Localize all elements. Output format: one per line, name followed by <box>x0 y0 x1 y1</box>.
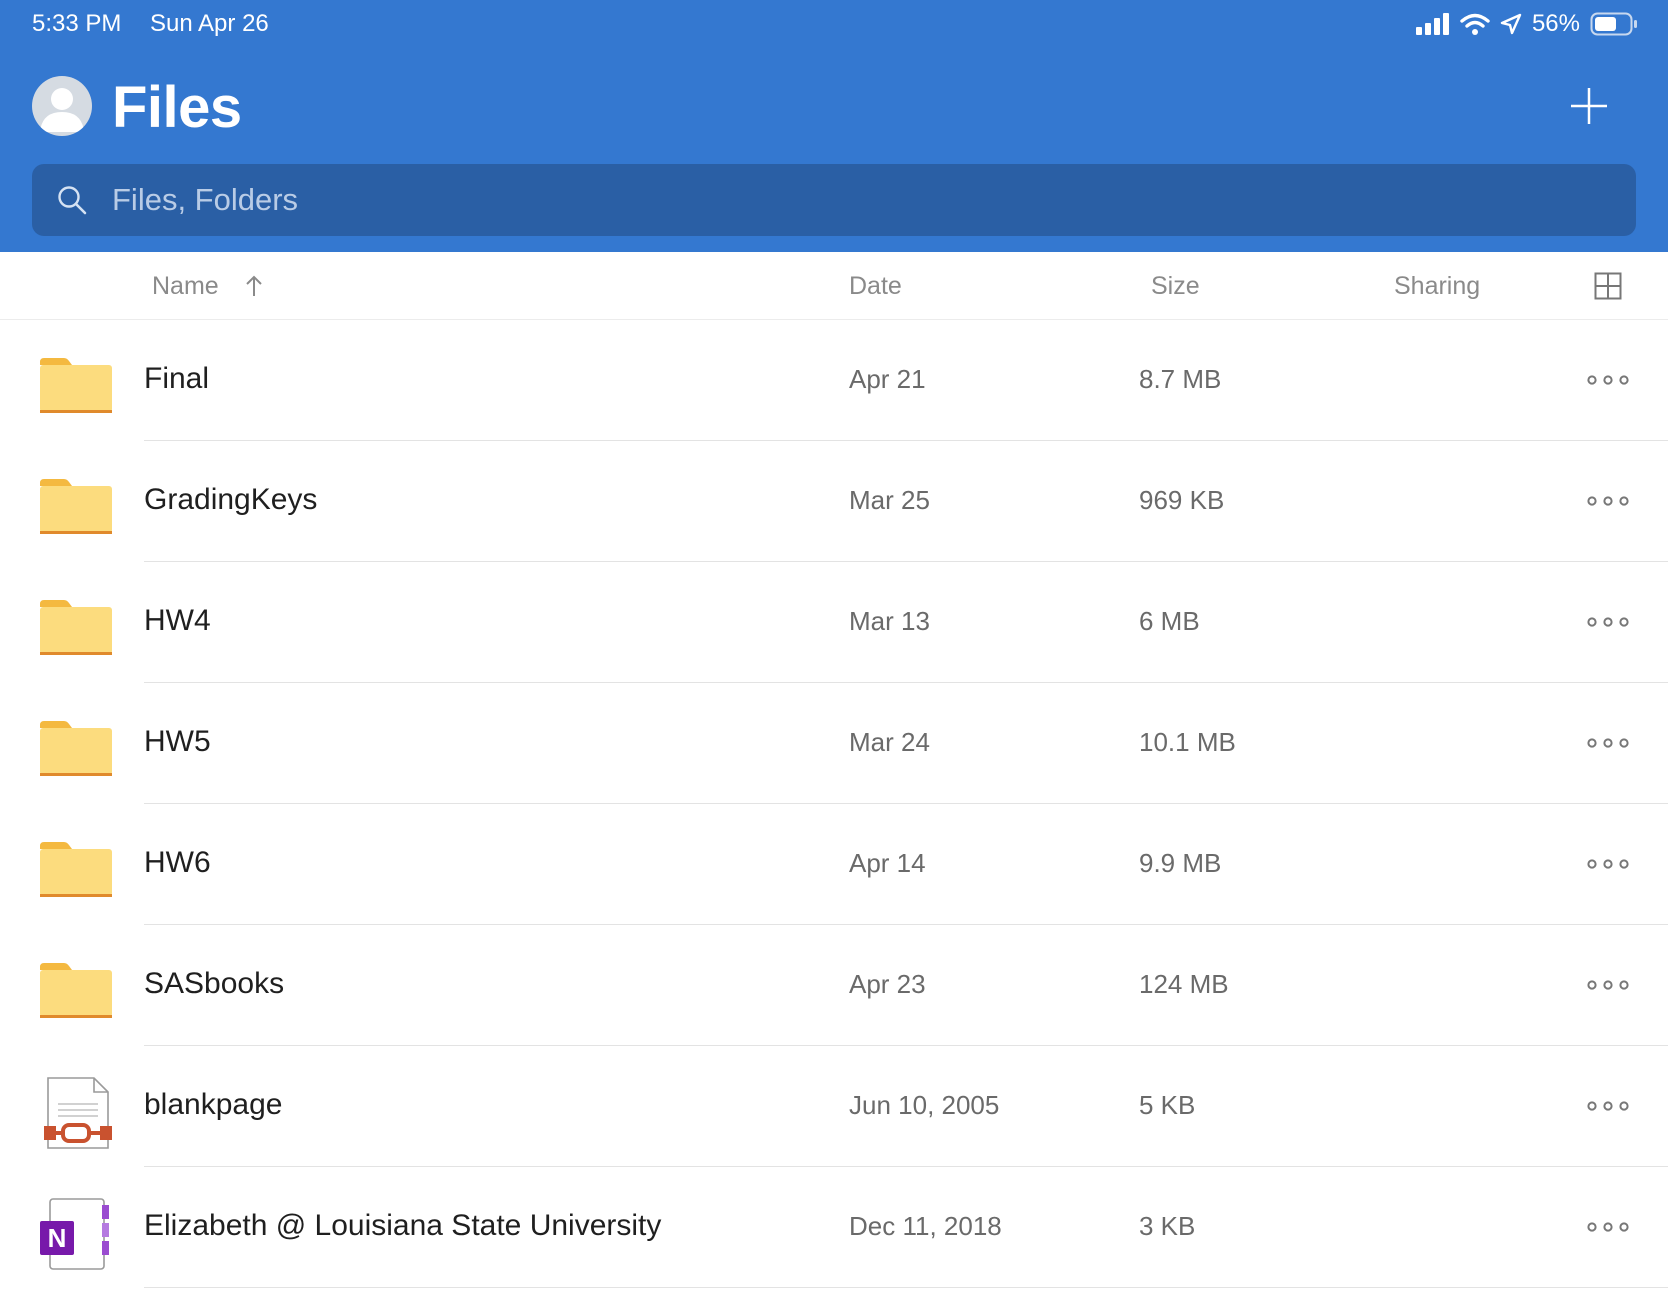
file-size: 5 KB <box>1139 1090 1196 1120</box>
more-options-icon[interactable] <box>1586 1215 1630 1239</box>
file-size: 9.9 MB <box>1139 848 1222 878</box>
file-date: Apr 14 <box>849 848 926 878</box>
search-bar[interactable] <box>32 164 1636 236</box>
page-title: Files <box>112 75 242 140</box>
file-name: Final <box>144 362 210 395</box>
folder-icon <box>40 600 112 655</box>
file-name: HW4 <box>144 604 211 637</box>
column-header: Name Date Size Sharing <box>0 252 1668 320</box>
search-icon <box>58 186 87 215</box>
location-arrow-icon <box>1500 13 1522 35</box>
status-indicators: 56% <box>1415 9 1638 39</box>
file-date: Jun 10, 2005 <box>849 1090 1000 1120</box>
more-options-icon[interactable] <box>1586 731 1630 755</box>
person-avatar-icon[interactable] <box>32 76 92 136</box>
folder-icon <box>40 963 112 1018</box>
file-date: Dec 11, 2018 <box>849 1211 1002 1241</box>
column-size[interactable]: Size <box>1151 272 1200 301</box>
file-name: GradingKeys <box>144 483 318 516</box>
column-name[interactable]: Name <box>152 272 219 301</box>
file-row[interactable]: HW6 Apr 14 9.9 MB <box>0 804 1668 925</box>
file-size: 3 KB <box>1139 1211 1196 1241</box>
column-sharing[interactable]: Sharing <box>1394 272 1480 301</box>
file-row[interactable]: SASbooks Apr 23 124 MB <box>0 925 1668 1046</box>
wifi-icon <box>1460 13 1490 35</box>
battery-icon <box>1590 12 1637 36</box>
onenote-notebook-icon: N <box>40 1198 109 1270</box>
search-input[interactable] <box>112 164 1612 236</box>
file-name: HW5 <box>144 725 211 758</box>
onenote-badge-letter: N <box>48 1223 67 1253</box>
file-size: 6 MB <box>1139 606 1200 636</box>
more-options-icon[interactable] <box>1586 489 1630 513</box>
file-date: Mar 13 <box>849 606 930 636</box>
powerpoint-file-icon <box>44 1077 112 1149</box>
status-time: 5:33 PM <box>32 10 122 37</box>
add-button[interactable] <box>1569 86 1609 126</box>
file-row[interactable]: HW4 Mar 13 6 MB <box>0 562 1668 683</box>
file-row[interactable]: GradingKeys Mar 25 969 KB <box>0 441 1668 562</box>
folder-icon <box>40 721 112 776</box>
arrow-up-icon[interactable] <box>242 274 266 298</box>
file-size: 124 MB <box>1139 969 1229 999</box>
file-name: SASbooks <box>144 967 285 1000</box>
file-name: blankpage <box>144 1088 283 1121</box>
file-size: 969 KB <box>1139 485 1225 515</box>
folder-icon <box>40 479 112 534</box>
file-row[interactable]: N Elizabeth @ Louisiana State University… <box>0 1167 1668 1288</box>
file-size: 8.7 MB <box>1139 364 1222 394</box>
file-size: 10.1 MB <box>1139 727 1236 757</box>
file-name: HW6 <box>144 846 211 879</box>
grid-view-icon <box>1594 272 1622 300</box>
file-row[interactable]: blankpage Jun 10, 2005 5 KB <box>0 1046 1668 1167</box>
file-name: Elizabeth @ Louisiana State University <box>144 1209 662 1242</box>
status-date: Sun Apr 26 <box>150 10 269 37</box>
status-bar: 5:33 PM Sun Apr 26 56% <box>0 0 1668 48</box>
file-date: Apr 23 <box>849 969 926 999</box>
battery-percent: 56% <box>1531 10 1580 37</box>
plus-icon <box>1571 88 1607 124</box>
app-header: 5:33 PM Sun Apr 26 56% Files Files, Fold… <box>0 0 1668 252</box>
file-row[interactable]: Final Apr 21 8.7 MB <box>0 320 1668 441</box>
more-options-icon[interactable] <box>1586 1094 1630 1118</box>
more-options-icon[interactable] <box>1586 973 1630 997</box>
cellular-signal-icon <box>1415 13 1449 35</box>
more-options-icon[interactable] <box>1586 610 1630 634</box>
folder-icon <box>40 842 112 897</box>
view-toggle-button[interactable] <box>1594 272 1622 300</box>
more-options-icon[interactable] <box>1586 368 1630 392</box>
folder-icon <box>40 358 112 413</box>
column-date[interactable]: Date <box>849 272 902 301</box>
file-row[interactable]: HW5 Mar 24 10.1 MB <box>0 683 1668 804</box>
file-date: Mar 24 <box>849 727 930 757</box>
more-options-icon[interactable] <box>1586 852 1630 876</box>
file-date: Apr 21 <box>849 364 926 394</box>
file-date: Mar 25 <box>849 485 930 515</box>
row-divider <box>144 1287 1668 1288</box>
